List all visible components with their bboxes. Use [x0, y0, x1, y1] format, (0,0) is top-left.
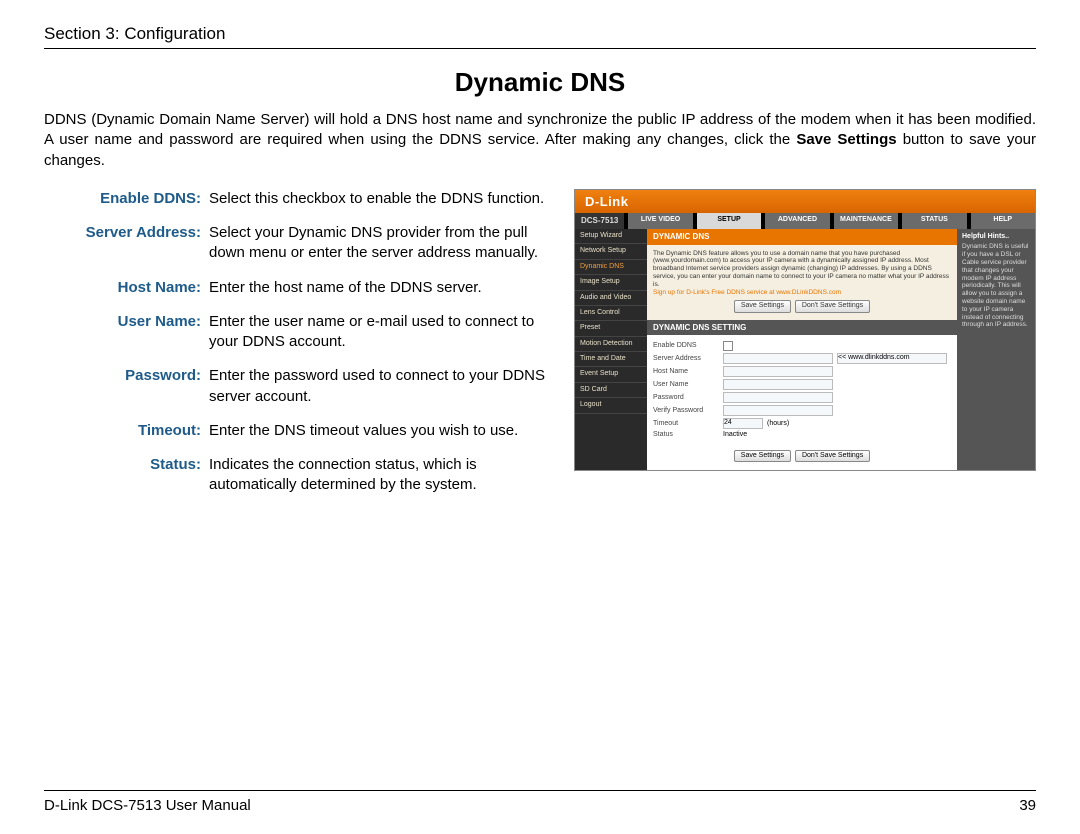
- timeout-input[interactable]: 24: [723, 418, 763, 429]
- term-timeout: Timeout:: [44, 421, 209, 441]
- sidebar-item-logout[interactable]: Logout: [575, 398, 647, 413]
- tab-advanced[interactable]: ADVANCED: [761, 213, 829, 229]
- help-text: Dynamic DNS is useful if you have a DSL …: [962, 243, 1030, 329]
- sidebar-item-preset[interactable]: Preset: [575, 321, 647, 336]
- sidebar-item-setup-wizard[interactable]: Setup Wizard: [575, 229, 647, 244]
- password-input[interactable]: [723, 392, 833, 403]
- sidebar-item-dynamic-dns[interactable]: Dynamic DNS: [575, 260, 647, 275]
- term-server-address: Server Address:: [44, 223, 209, 264]
- shot-main-text: The Dynamic DNS feature allows you to us…: [653, 250, 949, 288]
- enable-ddns-checkbox[interactable]: [723, 341, 733, 351]
- definitions-column: Enable DDNS:Select this checkbox to enab…: [44, 189, 554, 510]
- tab-setup[interactable]: SETUP: [693, 213, 761, 229]
- user-name-input[interactable]: [723, 379, 833, 390]
- desc-enable-ddns: Select this checkbox to enable the DDNS …: [209, 189, 554, 209]
- term-host-name: Host Name:: [44, 278, 209, 298]
- intro-bold: Save Settings: [796, 131, 896, 148]
- shot-main-title: DYNAMIC DNS: [647, 229, 957, 245]
- label-verify-password: Verify Password: [653, 407, 723, 415]
- sidebar-item-lens-control[interactable]: Lens Control: [575, 306, 647, 321]
- shot-brand: D-Link: [575, 190, 1035, 214]
- shot-intro-box: The Dynamic DNS feature allows you to us…: [647, 245, 957, 320]
- timeout-unit: (hours): [767, 420, 789, 428]
- term-enable-ddns: Enable DDNS:: [44, 189, 209, 209]
- server-address-input[interactable]: [723, 353, 833, 364]
- label-enable-ddns: Enable DDNS: [653, 342, 723, 350]
- sidebar-item-image-setup[interactable]: Image Setup: [575, 275, 647, 290]
- shot-main: DYNAMIC DNS The Dynamic DNS feature allo…: [647, 229, 957, 470]
- shot-help-panel: Helpful Hints.. Dynamic DNS is useful if…: [957, 229, 1035, 470]
- save-settings-button-2[interactable]: Save Settings: [734, 450, 791, 462]
- intro-paragraph: DDNS (Dynamic Domain Name Server) will h…: [44, 110, 1036, 171]
- sidebar-item-network-setup[interactable]: Network Setup: [575, 244, 647, 259]
- verify-password-input[interactable]: [723, 405, 833, 416]
- sidebar-item-event-setup[interactable]: Event Setup: [575, 367, 647, 382]
- save-settings-button[interactable]: Save Settings: [734, 300, 791, 312]
- desc-server-address: Select your Dynamic DNS provider from th…: [209, 223, 554, 264]
- shot-setting-title: DYNAMIC DNS SETTING: [647, 320, 957, 336]
- footer-left: D-Link DCS-7513 User Manual: [44, 797, 251, 814]
- tab-maintenance[interactable]: MAINTENANCE: [830, 213, 898, 229]
- help-heading: Helpful Hints..: [962, 233, 1030, 241]
- sidebar-item-sd-card[interactable]: SD Card: [575, 383, 647, 398]
- desc-user-name: Enter the user name or e-mail used to co…: [209, 312, 554, 353]
- label-password: Password: [653, 394, 723, 402]
- status-value: Inactive: [723, 431, 747, 439]
- desc-password: Enter the password used to connect to yo…: [209, 366, 554, 407]
- page-title: Dynamic DNS: [44, 67, 1036, 98]
- label-host-name: Host Name: [653, 368, 723, 376]
- tab-live-video[interactable]: LIVE VIDEO: [624, 213, 692, 229]
- term-password: Password:: [44, 366, 209, 407]
- label-server-address: Server Address: [653, 355, 723, 363]
- desc-host-name: Enter the host name of the DDNS server.: [209, 278, 554, 298]
- shot-tabs: DCS-7513 LIVE VIDEO SETUP ADVANCED MAINT…: [575, 213, 1035, 229]
- desc-timeout: Enter the DNS timeout values you wish to…: [209, 421, 554, 441]
- admin-screenshot: D-Link DCS-7513 LIVE VIDEO SETUP ADVANCE…: [574, 189, 1036, 471]
- host-name-input[interactable]: [723, 366, 833, 377]
- sidebar-item-time-date[interactable]: Time and Date: [575, 352, 647, 367]
- shot-form: Enable DDNS Server Address << www.dlinkdd…: [647, 335, 957, 445]
- tab-help[interactable]: HELP: [967, 213, 1035, 229]
- footer-page-number: 39: [1019, 797, 1036, 814]
- dont-save-settings-button[interactable]: Don't Save Settings: [795, 300, 870, 312]
- label-user-name: User Name: [653, 381, 723, 389]
- desc-status: Indicates the connection status, which i…: [209, 455, 554, 496]
- shot-signup-link[interactable]: Sign up for D-Link's Free DDNS service a…: [653, 289, 841, 296]
- shot-sidebar: Setup Wizard Network Setup Dynamic DNS I…: [575, 229, 647, 470]
- term-status: Status:: [44, 455, 209, 496]
- label-status: Status: [653, 431, 723, 439]
- term-user-name: User Name:: [44, 312, 209, 353]
- sidebar-item-motion-detection[interactable]: Motion Detection: [575, 337, 647, 352]
- server-address-dropdown[interactable]: << www.dlinkddns.com: [837, 353, 947, 364]
- shot-model: DCS-7513: [575, 213, 624, 229]
- sidebar-item-audio-video[interactable]: Audio and Video: [575, 291, 647, 306]
- tab-status[interactable]: STATUS: [898, 213, 966, 229]
- label-timeout: Timeout: [653, 420, 723, 428]
- page-footer: D-Link DCS-7513 User Manual 39: [44, 790, 1036, 814]
- dont-save-settings-button-2[interactable]: Don't Save Settings: [795, 450, 870, 462]
- section-header: Section 3: Configuration: [44, 24, 1036, 49]
